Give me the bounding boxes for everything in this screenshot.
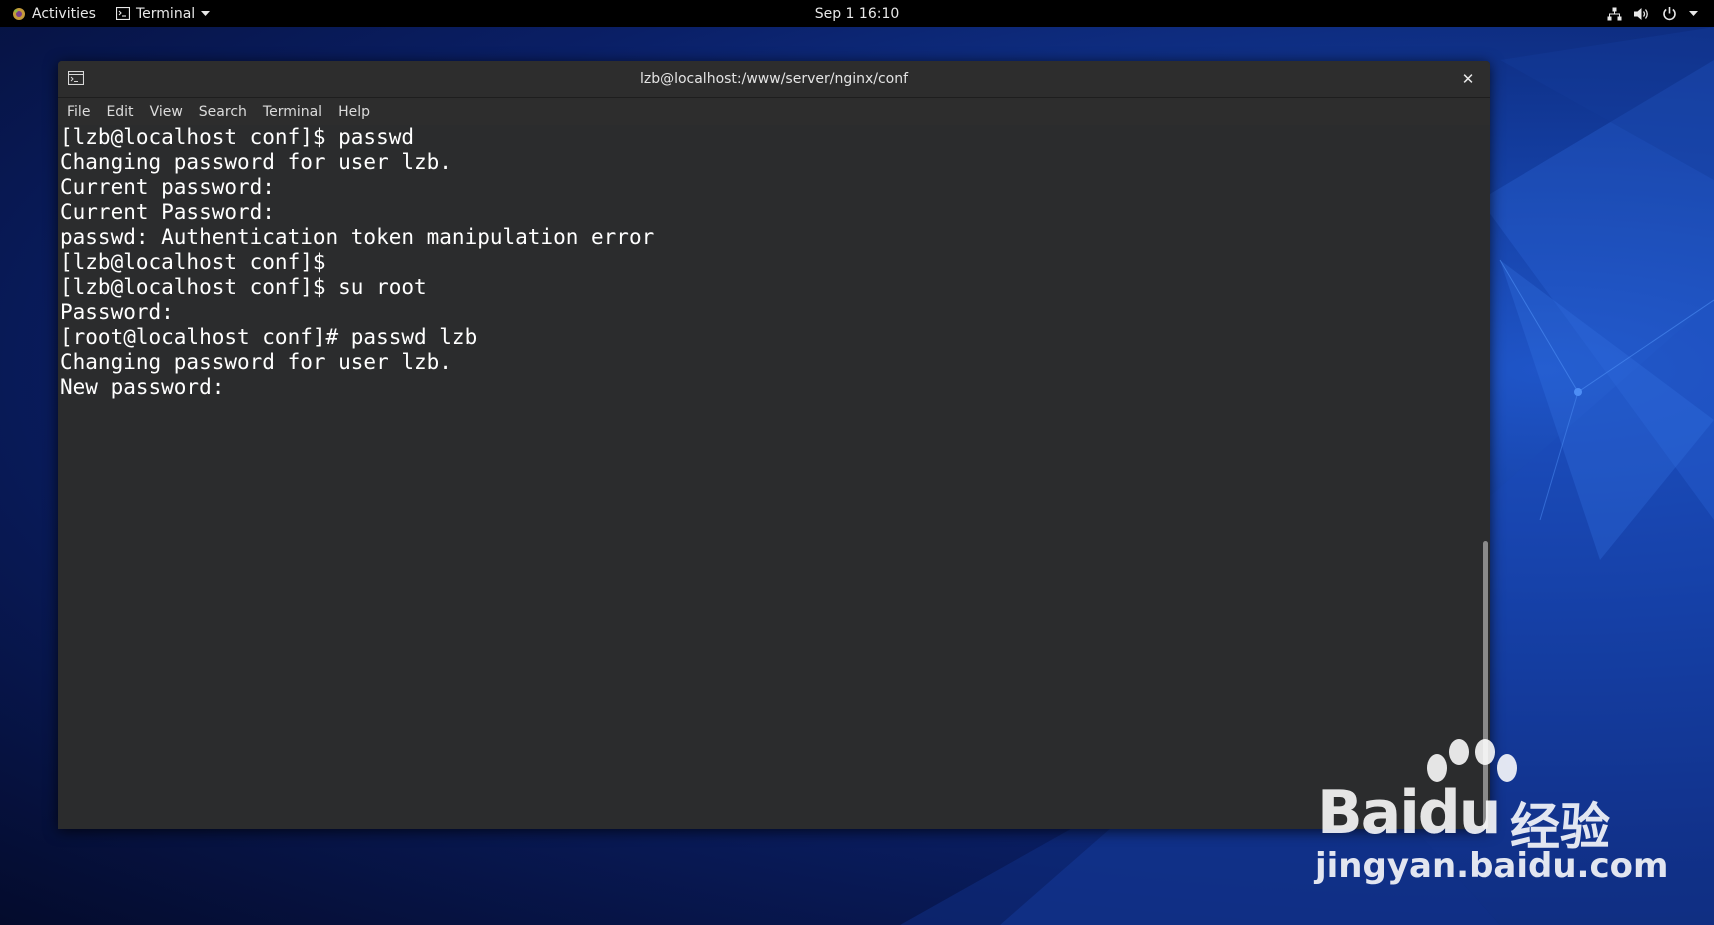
terminal-line: [lzb@localhost conf]$ [60,250,326,274]
menu-bar: File Edit View Search Terminal Help [58,98,1490,125]
terminal-area[interactable]: [lzb@localhost conf]$ passwd Changing pa… [58,125,1480,829]
terminal-line: New password: [60,375,225,399]
clock[interactable]: Sep 1 16:10 [815,6,900,22]
power-icon [1662,6,1677,21]
distro-logo-icon [12,7,26,21]
chevron-down-icon [1689,10,1698,17]
watermark-url: jingyan.baidu.com [1315,846,1669,886]
terminal-line: passwd: Authentication token manipulatio… [60,225,655,249]
terminal-line: Password: [60,300,174,324]
terminal-line: Changing password for user lzb. [60,150,452,174]
watermark-brand: Baidu [1317,778,1501,848]
close-icon: ✕ [1461,70,1475,88]
terminal-window: lzb@localhost:/www/server/nginx/conf ✕ F… [58,61,1490,829]
terminal-icon [116,7,130,20]
menu-edit[interactable]: Edit [98,104,141,120]
terminal-scrollbar[interactable] [1480,125,1490,829]
terminal-line: Changing password for user lzb. [60,350,452,374]
volume-icon [1634,7,1650,21]
activities-label: Activities [32,5,96,22]
terminal-line: Current Password: [60,200,275,224]
chevron-down-icon [201,10,211,17]
activities-button[interactable]: Activities [12,0,96,27]
network-icon [1607,7,1622,21]
terminal-line: [lzb@localhost conf]$ passwd [60,125,415,149]
terminal-line: [lzb@localhost conf]$ su root [60,275,427,299]
top-bar: Activities Terminal Sep 1 16:10 [0,0,1714,27]
menu-view[interactable]: View [142,104,191,120]
menu-terminal[interactable]: Terminal [255,104,330,120]
window-titlebar[interactable]: lzb@localhost:/www/server/nginx/conf ✕ [58,61,1490,98]
app-menu-button[interactable]: Terminal [116,0,211,27]
terminal-output: [lzb@localhost conf]$ passwd Changing pa… [60,125,654,400]
baidu-watermark: Baidu 经验 jingyan.baidu.com [1315,738,1668,898]
system-status-menu[interactable] [1607,0,1698,27]
terminal-line: Current password: [60,175,275,199]
app-menu-label: Terminal [136,5,196,22]
terminal-line: [root@localhost conf]# passwd lzb [60,325,478,349]
menu-help[interactable]: Help [330,104,378,120]
menu-file[interactable]: File [58,104,98,120]
close-button[interactable]: ✕ [1458,69,1478,89]
window-title: lzb@localhost:/www/server/nginx/conf [639,71,909,87]
menu-search[interactable]: Search [191,104,255,120]
